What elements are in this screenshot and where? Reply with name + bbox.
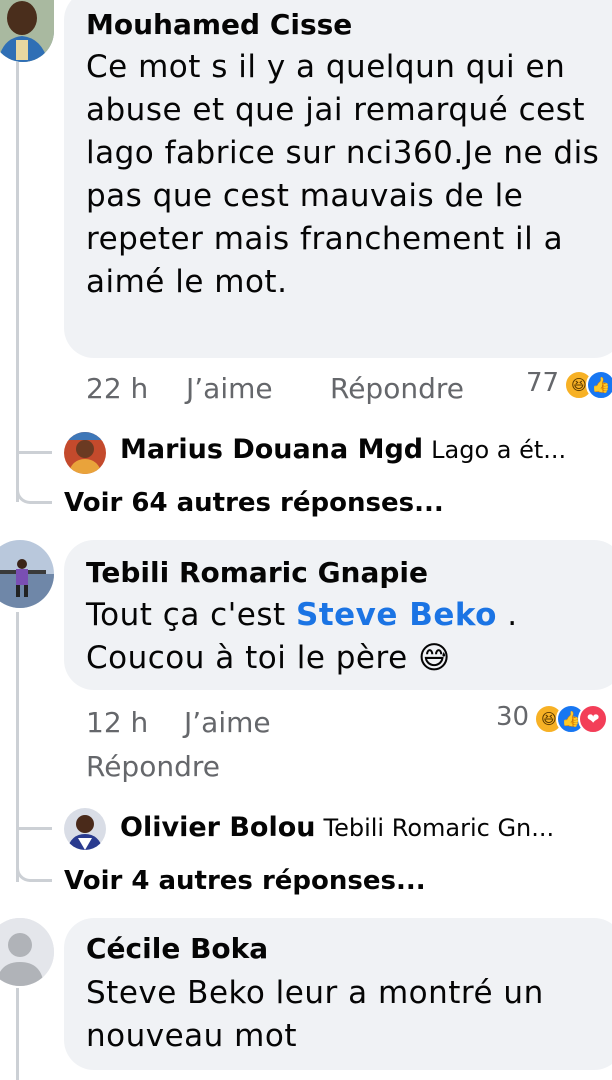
comment-text: Ce mot s il y a quelqun qui en abuse et … [86, 49, 600, 300]
comment-text: Steve Beko leur a montré un nouveau mot [86, 975, 544, 1054]
thread-line-3 [16, 988, 19, 1080]
reply-snippet: Tebili Romaric Gn... [323, 813, 555, 842]
view-more-replies-1[interactable]: Voir 64 autres réponses... [64, 488, 444, 518]
reaction-icons[interactable]: 😆 👍 ❤ [534, 704, 608, 734]
comment-time[interactable]: 12 h [86, 706, 148, 739]
more-replies-connector-1 [16, 460, 52, 504]
reaction-icons[interactable]: 😆 👍 [564, 370, 612, 400]
reply-preview-2[interactable]: Olivier Bolou Tebili Romaric Gn... [120, 812, 554, 843]
reply-connector-2 [16, 786, 52, 830]
comment-bubble-2[interactable]: Tebili Romaric Gnapie Tout ça c'est Stev… [64, 540, 612, 690]
reply-author[interactable]: Marius Douana Mgd [120, 434, 423, 465]
default-avatar-icon [0, 918, 54, 986]
avatar-image [0, 540, 54, 608]
view-more-replies-2[interactable]: Voir 4 autres réponses... [64, 866, 426, 896]
like-button[interactable]: J’aime [186, 372, 273, 405]
comment-author[interactable]: Mouhamed Cisse [86, 8, 604, 42]
sweat-smile-emoji: 😅 [418, 640, 451, 676]
avatar-image [0, 0, 54, 62]
avatar-olivier-bolou[interactable] [64, 808, 106, 850]
reaction-count[interactable]: 77 [526, 368, 559, 398]
mention-link[interactable]: Steve Beko [296, 597, 497, 633]
comment-bubble-1[interactable]: Mouhamed Cisse Ce mot s il y a quelqun q… [64, 0, 612, 358]
like-button[interactable]: J’aime [184, 706, 271, 739]
like-icon: 👍 [586, 370, 612, 400]
reply-button[interactable]: Répondre [86, 750, 220, 783]
comment-text-before: Tout ça c'est [86, 597, 286, 633]
reaction-count[interactable]: 30 [496, 702, 529, 732]
love-icon: ❤ [578, 704, 608, 734]
reply-preview-1[interactable]: Marius Douana Mgd Lago a ét... [120, 434, 566, 465]
comment-time[interactable]: 22 h [86, 372, 148, 405]
avatar-tebili-romaric[interactable] [0, 540, 54, 608]
avatar-marius-douana[interactable] [64, 432, 106, 474]
avatar-image [64, 808, 106, 850]
comment-bubble-3[interactable]: Cécile Boka Steve Beko leur a montré un … [64, 918, 612, 1070]
comment-text: Tout ça c'est Steve Beko . Coucou à toi … [86, 594, 604, 680]
reply-snippet: Lago a ét... [431, 435, 567, 464]
avatar-cecile-boka[interactable] [0, 918, 54, 986]
avatar-image [64, 432, 106, 474]
reply-author[interactable]: Olivier Bolou [120, 812, 316, 843]
comment-author[interactable]: Tebili Romaric Gnapie [86, 556, 604, 590]
reply-connector-1 [16, 410, 52, 454]
more-replies-connector-2 [16, 838, 52, 882]
reply-button[interactable]: Répondre [330, 372, 464, 405]
comment-author[interactable]: Cécile Boka [86, 932, 604, 966]
avatar-mouhamed-cisse[interactable] [0, 0, 54, 62]
